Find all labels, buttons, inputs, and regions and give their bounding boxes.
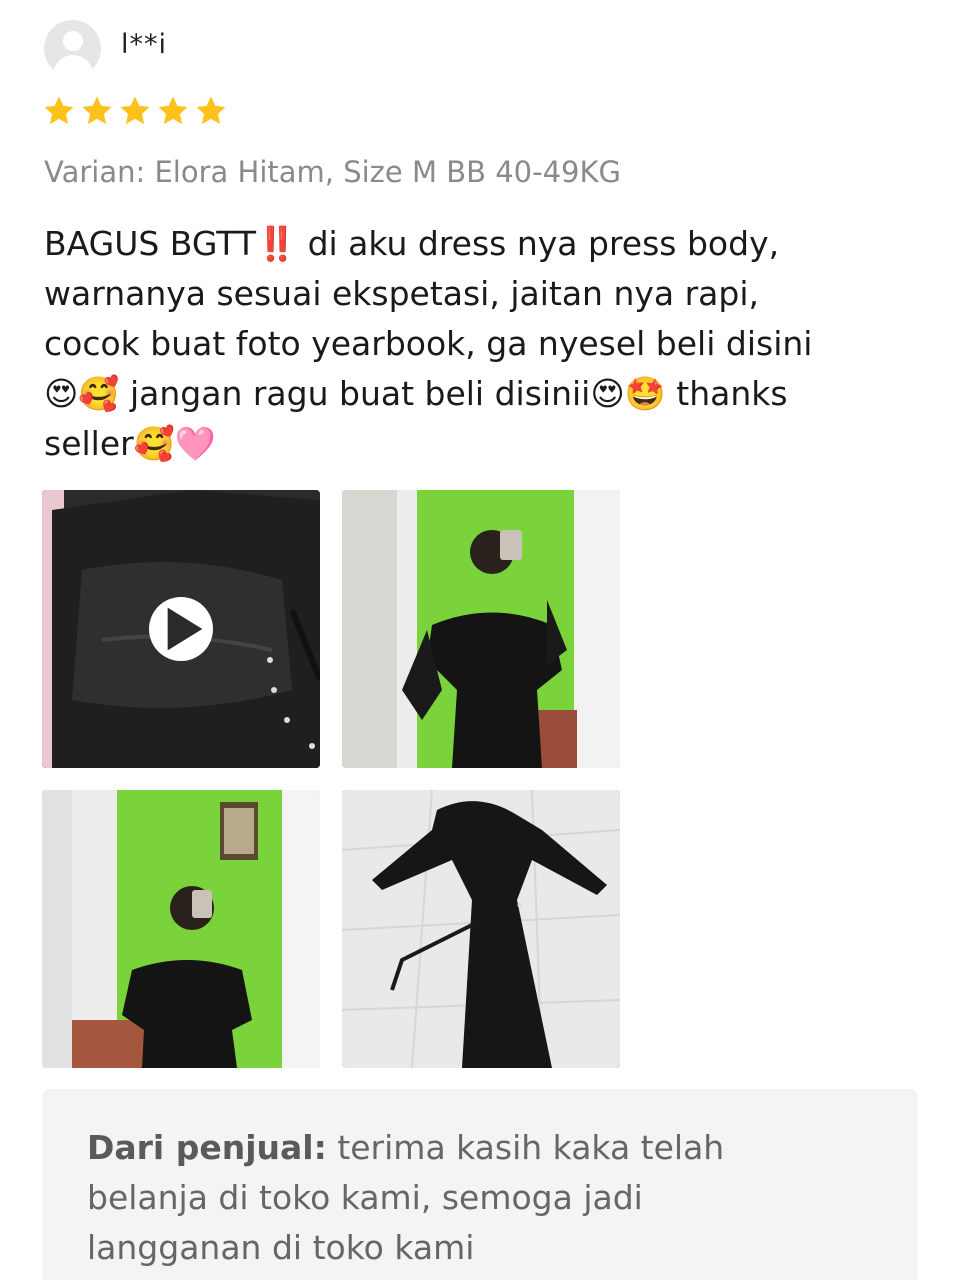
review-text: BAGUS BGTT‼️ di aku dress nya press body… <box>44 224 813 463</box>
seller-reply-label: Dari penjual: <box>87 1128 327 1167</box>
play-icon <box>167 607 203 651</box>
default-user-icon <box>63 31 83 51</box>
product-variant: Varian: Elora Hitam, Size M BB 40-49KG <box>44 155 621 189</box>
review-card: l**i Varian: Elora Hitam, Size M BB 40-4… <box>0 0 960 1280</box>
seller-reply: Dari penjual: terima kasih kaka telah be… <box>87 1123 787 1273</box>
seller-reply-box: Dari penjual: terima kasih kaka telah be… <box>43 1089 917 1280</box>
review-photo-thumbnail[interactable] <box>342 790 620 1068</box>
reviewer-avatar[interactable] <box>44 20 101 77</box>
review-video-thumbnail[interactable] <box>42 490 320 768</box>
star-icon <box>120 96 150 125</box>
star-icon <box>196 96 226 125</box>
play-button[interactable] <box>149 597 213 661</box>
review-photo-thumbnail[interactable] <box>42 790 320 1068</box>
review-photo-thumbnail[interactable] <box>342 490 620 768</box>
reviewer-name: l**i <box>121 29 168 60</box>
star-icon <box>82 96 112 125</box>
rating-stars <box>42 94 228 134</box>
star-icon <box>44 96 74 125</box>
star-icon <box>158 96 188 125</box>
